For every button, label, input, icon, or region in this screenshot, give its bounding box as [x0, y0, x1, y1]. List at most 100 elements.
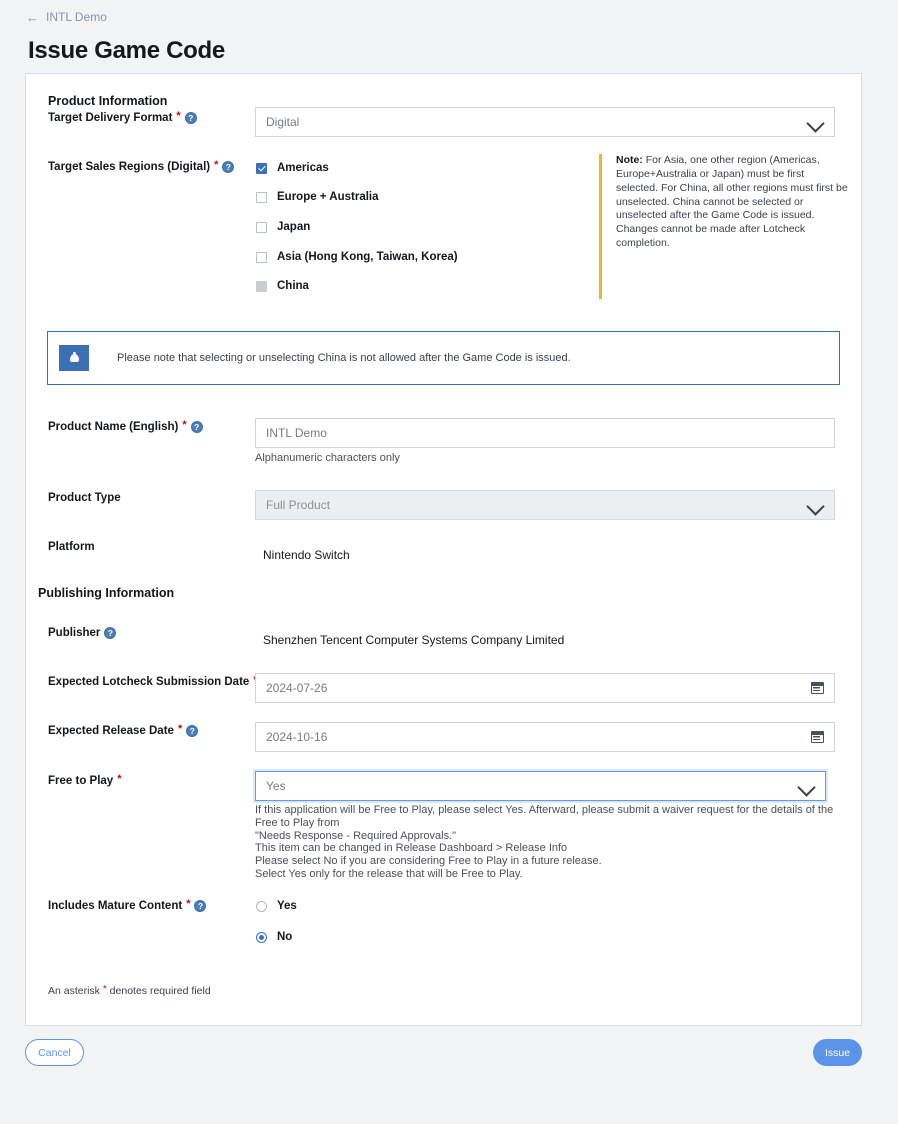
checkbox-row-japan[interactable]: Japan — [256, 221, 310, 233]
input-value: 2024-10-16 — [266, 730, 811, 744]
label-text: Target Sales Regions (Digital) — [48, 161, 210, 173]
breadcrumb-label: INTL Demo — [46, 10, 107, 24]
checkbox-row-asia[interactable]: Asia (Hong Kong, Taiwan, Korea) — [256, 251, 458, 263]
hint-line: Select Yes only for the release that wil… — [255, 868, 855, 881]
cancel-button[interactable]: Cancel — [25, 1039, 84, 1066]
label-text: Expected Lotcheck Submission Date — [48, 676, 249, 688]
hint-free-to-play: If this application will be Free to Play… — [255, 804, 855, 881]
input-expected-release-date[interactable]: 2024-10-16 — [255, 722, 835, 752]
label-text: Expected Release Date — [48, 725, 174, 737]
bell-icon — [70, 354, 79, 362]
checkbox-row-americas[interactable]: Americas — [256, 162, 329, 174]
select-target-delivery-format[interactable]: Digital — [255, 107, 835, 137]
checkbox-label: Americas — [277, 162, 329, 174]
required-asterisk: * — [182, 420, 186, 431]
checkbox-label: Japan — [277, 221, 310, 233]
select-product-type: Full Product — [255, 490, 835, 520]
chevron-down-icon — [808, 497, 824, 513]
radio-label: Yes — [277, 900, 297, 912]
help-icon[interactable]: ? — [186, 725, 198, 737]
label-text: Product Name (English) — [48, 421, 178, 433]
hint-line: "Needs Response - Required Approvals." — [255, 830, 855, 843]
help-icon[interactable]: ? — [222, 161, 234, 173]
label-text: Includes Mature Content — [48, 900, 182, 912]
hint-line: Please select No if you are considering … — [255, 855, 855, 868]
help-icon[interactable]: ? — [104, 627, 116, 639]
input-product-name[interactable]: INTL Demo — [255, 418, 835, 448]
section-heading-product-information: Product Information — [48, 94, 167, 108]
hint-line: This item can be changed in Release Dash… — [255, 842, 855, 855]
select-value: Digital — [266, 115, 808, 129]
label-expected-lotcheck-submission-date: Expected Lotcheck Submission Date * ? — [48, 676, 274, 688]
label-expected-release-date: Expected Release Date * ? — [48, 725, 198, 737]
checkbox-row-china: China — [256, 280, 309, 292]
required-field-footnote: An asterisk * denotes required field — [48, 985, 211, 997]
chevron-down-icon — [799, 778, 815, 794]
checkbox-label: Asia (Hong Kong, Taiwan, Korea) — [277, 251, 458, 263]
required-asterisk: * — [178, 724, 182, 735]
required-asterisk: * — [117, 774, 121, 785]
checkbox-americas[interactable] — [256, 163, 267, 174]
footnote-asterisk: * — [103, 984, 107, 995]
label-target-delivery-format: Target Delivery Format * ? — [48, 112, 197, 124]
label-text: Free to Play — [48, 775, 113, 787]
radio-mature-yes[interactable] — [256, 901, 267, 912]
help-icon[interactable]: ? — [185, 112, 197, 124]
label-platform: Platform — [48, 541, 95, 553]
breadcrumb-back-link[interactable]: ← INTL Demo — [26, 10, 107, 24]
label-includes-mature-content: Includes Mature Content * ? — [48, 900, 206, 912]
select-value: Full Product — [266, 498, 808, 512]
radio-row-mature-yes[interactable]: Yes — [256, 900, 297, 912]
footnote-pre: An asterisk — [48, 985, 103, 997]
checkbox-europe-australia[interactable] — [256, 192, 267, 203]
label-product-name: Product Name (English) * ? — [48, 421, 203, 433]
footnote-post: denotes required field — [107, 985, 211, 997]
checkbox-row-europe-australia[interactable]: Europe + Australia — [256, 191, 379, 203]
region-note: Note: For Asia, one other region (Americ… — [599, 154, 849, 299]
required-asterisk: * — [186, 899, 190, 910]
checkbox-label: Europe + Australia — [277, 191, 379, 203]
checkbox-china — [256, 281, 267, 292]
radio-row-mature-no[interactable]: No — [256, 931, 292, 943]
select-free-to-play[interactable]: Yes — [255, 771, 826, 801]
back-arrow-icon: ← — [26, 11, 39, 24]
label-text: Publisher — [48, 627, 100, 639]
label-text: Target Delivery Format — [48, 112, 172, 124]
value-publisher: Shenzhen Tencent Computer Systems Compan… — [263, 633, 564, 647]
input-expected-lotcheck-submission-date[interactable]: 2024-07-26 — [255, 673, 835, 703]
note-text: For Asia, one other region (Americas, Eu… — [616, 154, 848, 249]
label-text: Platform — [48, 541, 95, 553]
page-root: ← INTL Demo Issue Game Code Product Info… — [0, 0, 898, 1124]
help-icon[interactable]: ? — [191, 421, 203, 433]
label-target-sales-regions: Target Sales Regions (Digital) * ? — [48, 161, 234, 173]
form-card: Product Information Target Delivery Form… — [25, 73, 862, 1026]
label-free-to-play: Free to Play * — [48, 775, 121, 787]
required-asterisk: * — [214, 160, 218, 171]
required-asterisk: * — [176, 111, 180, 122]
label-text: Product Type — [48, 492, 121, 504]
alert-icon-box — [59, 345, 89, 371]
hint-product-name: Alphanumeric characters only — [255, 452, 400, 464]
calendar-icon[interactable] — [811, 731, 824, 743]
hint-line: If this application will be Free to Play… — [255, 804, 855, 830]
issue-button[interactable]: Issue — [813, 1039, 862, 1066]
checkbox-japan[interactable] — [256, 222, 267, 233]
radio-label: No — [277, 931, 292, 943]
label-product-type: Product Type — [48, 492, 121, 504]
radio-mature-no[interactable] — [256, 932, 267, 943]
calendar-icon[interactable] — [811, 682, 824, 694]
section-heading-publishing-information: Publishing Information — [38, 586, 174, 600]
help-icon[interactable]: ? — [194, 900, 206, 912]
page-title: Issue Game Code — [28, 37, 225, 65]
checkbox-label: China — [277, 280, 309, 292]
label-publisher: Publisher ? — [48, 627, 116, 639]
chevron-down-icon — [808, 114, 824, 130]
value-platform: Nintendo Switch — [263, 548, 350, 562]
select-value: Yes — [266, 779, 799, 793]
note-prefix: Note: — [616, 154, 643, 166]
alert-banner-china: Please note that selecting or unselectin… — [47, 331, 840, 385]
input-value: 2024-07-26 — [266, 681, 811, 695]
input-value: INTL Demo — [266, 426, 824, 440]
checkbox-asia[interactable] — [256, 252, 267, 263]
alert-message: Please note that selecting or unselectin… — [117, 352, 571, 364]
